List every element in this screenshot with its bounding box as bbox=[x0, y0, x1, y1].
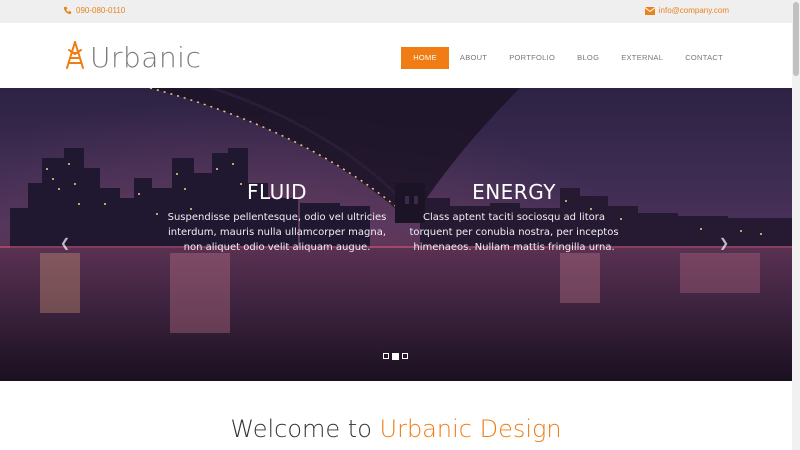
slide-indicator-1[interactable] bbox=[383, 353, 389, 359]
slide-indicator-2[interactable] bbox=[392, 352, 399, 360]
main-nav: HOME ABOUT PORTFOLIO BLOG EXTERNAL CONTA… bbox=[401, 47, 734, 69]
chevron-right-icon[interactable]: ❯ bbox=[719, 236, 729, 250]
top-info-bar: 090-080-0110 info@company.com bbox=[0, 0, 792, 23]
slide-title-1: FLUID bbox=[246, 180, 308, 204]
nav-external[interactable]: EXTERNAL bbox=[610, 47, 674, 69]
nav-about[interactable]: ABOUT bbox=[449, 47, 498, 69]
page-scrollbar[interactable] bbox=[792, 0, 800, 450]
welcome-highlight: Urbanic Design bbox=[379, 415, 562, 443]
slide-caption-1: FLUID Suspendisse pellentesque, odio vel… bbox=[167, 180, 387, 255]
email-address: info@company.com bbox=[658, 6, 729, 15]
nav-portfolio[interactable]: PORTFOLIO bbox=[498, 47, 566, 69]
brand-name: Urbanic bbox=[90, 41, 202, 74]
brand-logo[interactable]: Urbanic bbox=[64, 40, 201, 75]
slide-indicators bbox=[383, 352, 408, 360]
hero-slider: FLUID Suspendisse pellentesque, odio vel… bbox=[0, 88, 792, 381]
tower-logo-icon bbox=[64, 40, 86, 75]
phone-number: 090-080-0110 bbox=[76, 6, 126, 15]
slide-text-2: Class aptent taciti sociosqu ad litora t… bbox=[409, 212, 619, 253]
email-contact[interactable]: info@company.com bbox=[644, 6, 729, 15]
slide-indicator-3[interactable] bbox=[402, 353, 408, 359]
scrollbar-thumb[interactable] bbox=[793, 2, 799, 76]
phone-icon bbox=[63, 6, 72, 15]
nav-home[interactable]: HOME bbox=[401, 47, 449, 69]
phone-contact[interactable]: 090-080-0110 bbox=[63, 6, 125, 15]
welcome-heading: Welcome to Urbanic Design bbox=[0, 415, 792, 443]
welcome-prefix: Welcome to bbox=[230, 415, 380, 443]
slide-caption-2: ENERGY Class aptent taciti sociosqu ad l… bbox=[404, 180, 624, 255]
slide-title-2: ENERGY bbox=[472, 180, 556, 204]
site-header: Urbanic HOME ABOUT PORTFOLIO BLOG EXTERN… bbox=[0, 23, 792, 88]
nav-contact[interactable]: CONTACT bbox=[674, 47, 734, 69]
city-bridge-background-image bbox=[0, 88, 792, 381]
chevron-left-icon[interactable]: ❮ bbox=[60, 236, 70, 250]
slide-text-1: Suspendisse pellentesque, odio vel ultri… bbox=[167, 212, 387, 253]
nav-blog[interactable]: BLOG bbox=[566, 47, 610, 69]
envelope-icon bbox=[644, 6, 655, 15]
